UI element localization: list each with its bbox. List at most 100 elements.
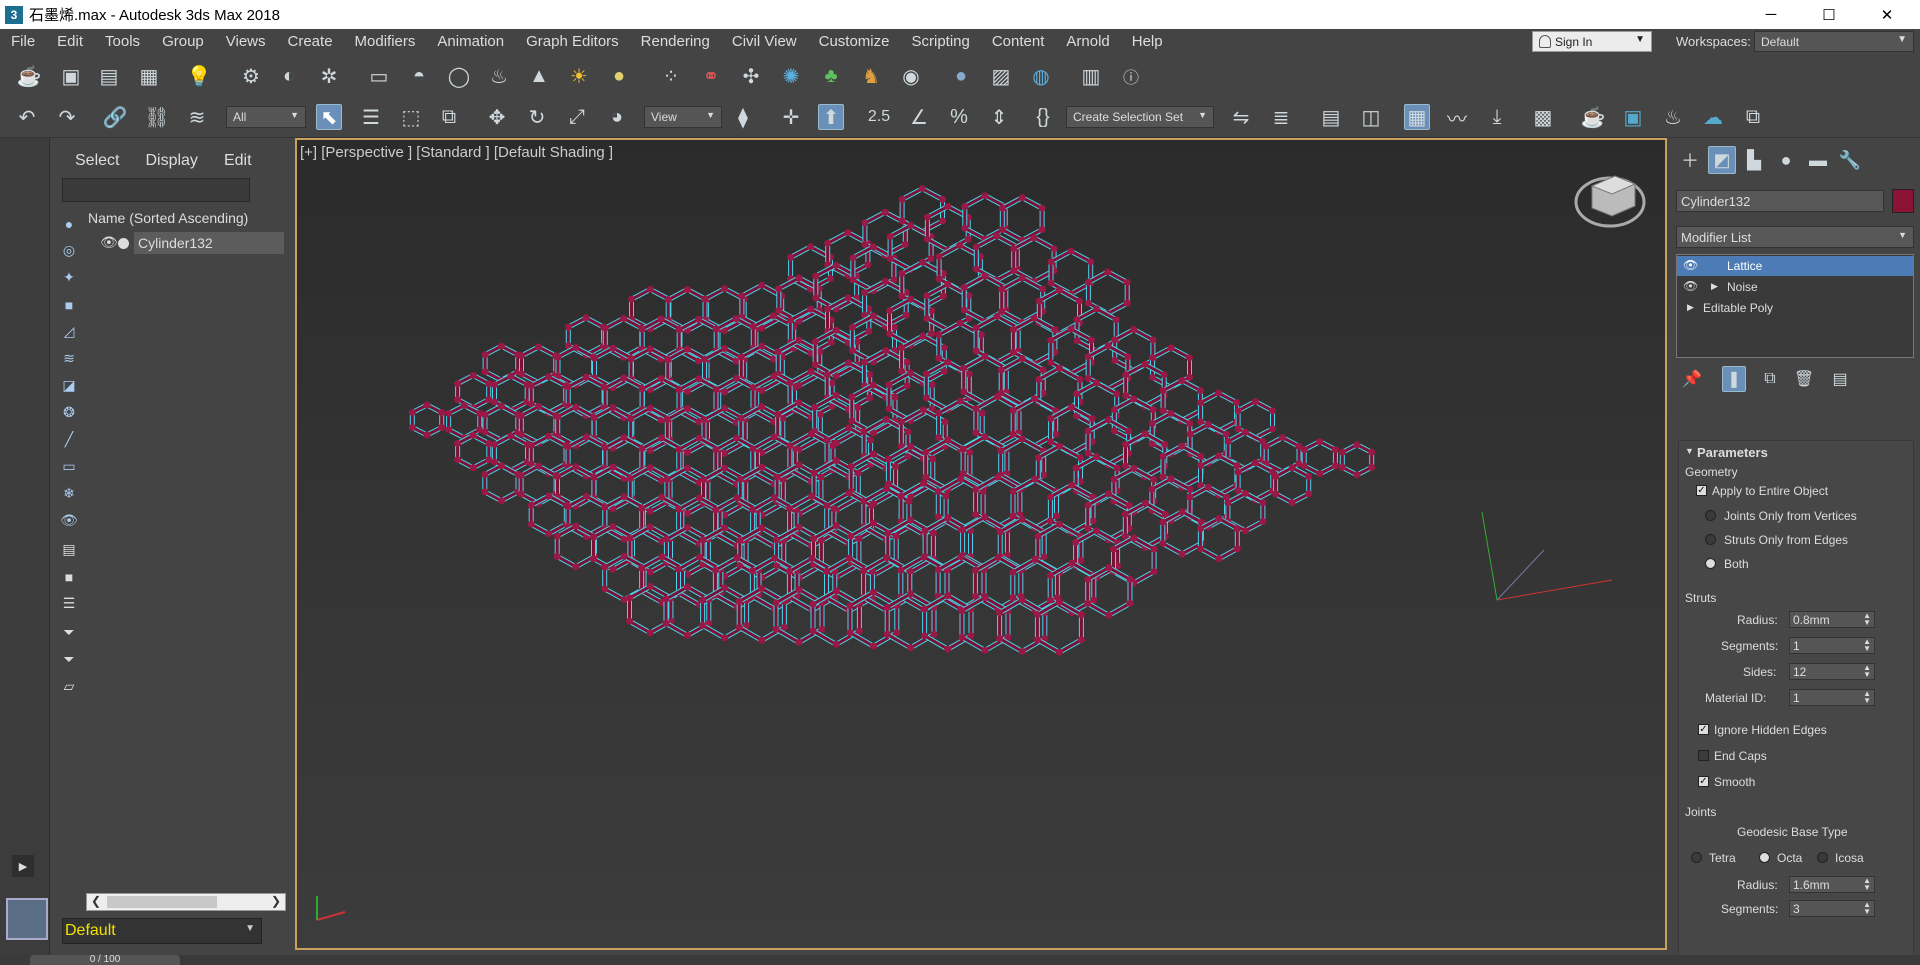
viewport-layout-thumbnail[interactable] — [6, 898, 48, 940]
render-setup-icon[interactable]: ▨ — [988, 63, 1014, 89]
joints-radius-spinner[interactable]: 1.6mm ▲ ▼ — [1789, 876, 1875, 893]
workspace-dropdown[interactable]: Default ▼ — [1754, 31, 1914, 52]
render-setup-teapot-icon[interactable]: ☕ — [1580, 104, 1606, 130]
name-column-header[interactable]: Name (Sorted Ascending) — [88, 210, 248, 226]
spinner-snap-icon[interactable]: ⇕ — [986, 104, 1012, 130]
spacewarps-filter-icon[interactable]: ≋ — [58, 347, 80, 370]
layers-icon[interactable]: ◫ — [1358, 104, 1384, 130]
hidden-filter-icon[interactable]: 👁 — [58, 509, 80, 532]
ignore-hidden-checkbox[interactable]: ✓ — [1698, 724, 1709, 735]
frozen-filter-icon[interactable]: ❄ — [58, 482, 80, 505]
window-crossing-icon[interactable]: ⧉ — [436, 104, 462, 130]
object-color-swatch[interactable] — [1892, 189, 1914, 213]
rect-selection-icon[interactable]: ⬚ — [398, 104, 424, 130]
select-by-name-icon[interactable]: ☰ — [358, 104, 384, 130]
close-button[interactable]: ✕ — [1858, 0, 1916, 29]
containers-filter-icon[interactable]: ▭ — [58, 455, 80, 478]
teapot-prim-icon[interactable]: ♨ — [486, 63, 512, 89]
both-radio[interactable] — [1705, 558, 1716, 569]
unlink-icon[interactable]: ⛓ — [144, 104, 170, 130]
struts-segments-spinner[interactable]: 1 ▲ ▼ — [1789, 637, 1875, 654]
shapes-filter-icon[interactable]: ◎ — [58, 239, 80, 262]
create-tab-icon[interactable]: ＋ — [1676, 146, 1704, 174]
viewcube[interactable] — [1574, 175, 1646, 228]
lights-icon[interactable]: 💡 — [186, 63, 212, 89]
bind-space-warp-icon[interactable]: ≋ — [184, 104, 210, 130]
spinner-arrows-icon[interactable]: ▲ ▼ — [1863, 612, 1871, 627]
sphere-icon[interactable]: ◯ — [446, 63, 472, 89]
graphene-lattice-mesh[interactable] — [297, 140, 1665, 948]
expand-triangle-icon[interactable]: ▶ — [1711, 281, 1718, 292]
expand-triangle-icon[interactable]: ▶ — [1687, 302, 1694, 313]
funnel-settings-icon[interactable]: ⏷ — [58, 621, 80, 644]
render-dot-icon[interactable] — [118, 238, 129, 249]
stack-item-editable-poly[interactable]: ▶ Editable Poly — [1677, 298, 1913, 318]
menu-scripting[interactable]: Scripting — [900, 33, 980, 50]
sign-in-dropdown[interactable]: Sign In ▼ — [1532, 31, 1652, 52]
select-manipulate-icon[interactable]: ✛ — [778, 104, 804, 130]
rendered-frame-icon[interactable]: ▣ — [1620, 104, 1646, 130]
shell-icon[interactable]: ◉ — [898, 63, 924, 89]
biped-icon[interactable]: ✲ — [316, 63, 342, 89]
minimize-button[interactable]: ─ — [1742, 0, 1800, 29]
struts-only-radio[interactable] — [1705, 534, 1716, 545]
menu-animation[interactable]: Animation — [426, 33, 515, 50]
helpers-filter-icon[interactable]: ◿ — [58, 320, 80, 343]
undo-icon[interactable]: ↶ — [14, 104, 40, 130]
geometry-filter-icon[interactable]: ● — [58, 212, 80, 235]
display-tab-icon[interactable]: ▬ — [1804, 146, 1832, 174]
menu-civil-view[interactable]: Civil View — [721, 33, 808, 50]
render-layout-icon[interactable]: ⧉ — [1740, 104, 1766, 130]
show-end-result-icon[interactable]: ❚ — [1722, 366, 1746, 392]
align-icon[interactable]: ≣ — [1268, 104, 1294, 130]
utilities-tab-icon[interactable]: 🔧 — [1836, 146, 1864, 174]
calculator-icon[interactable]: ▤ — [96, 63, 122, 89]
eye-icon[interactable]: 👁 — [1683, 279, 1698, 293]
menu-modifiers[interactable]: Modifiers — [344, 33, 427, 50]
cameras-filter-icon[interactable]: ■ — [58, 293, 80, 316]
pivot-icon[interactable]: ⧫ — [730, 104, 756, 130]
joints-segments-spinner[interactable]: 3 ▲ ▼ — [1789, 900, 1875, 917]
bones-filter-icon[interactable]: ╱ — [58, 428, 80, 451]
menu-help[interactable]: Help — [1121, 33, 1174, 50]
rotate-icon[interactable]: ↻ — [524, 104, 550, 130]
chevron-right-icon[interactable]: ❯ — [271, 894, 281, 908]
material-sphere-icon[interactable]: ● — [948, 63, 974, 89]
menu-arnold[interactable]: Arnold — [1055, 33, 1120, 50]
scale-icon[interactable]: ⤢ — [564, 104, 590, 130]
render-cloud-icon[interactable]: ☁ — [1700, 104, 1726, 130]
select-object-icon[interactable]: ⬉ — [316, 104, 342, 130]
redo-icon[interactable]: ↷ — [54, 104, 80, 130]
menu-tools[interactable]: Tools — [94, 33, 151, 50]
properties-icon[interactable]: ▤ — [58, 538, 80, 561]
molecule-icon[interactable]: ⚭ — [698, 63, 724, 89]
plant-icon[interactable]: ♣ — [818, 63, 844, 89]
menu-views[interactable]: Views — [215, 33, 277, 50]
tetra-radio[interactable] — [1691, 852, 1702, 863]
octa-radio[interactable] — [1759, 852, 1770, 863]
tab-select[interactable]: Select — [75, 152, 119, 170]
expand-button[interactable]: ▶ — [12, 855, 34, 877]
render-frame-icon[interactable]: ▣ — [58, 63, 84, 89]
struts-sides-spinner[interactable]: 12 ▲ ▼ — [1789, 663, 1875, 680]
horizontal-scrollbar[interactable]: ❮ ❯ — [86, 893, 286, 911]
apply-entire-checkbox[interactable]: ✓ — [1696, 485, 1707, 496]
struts-radius-spinner[interactable]: 0.8mm ▲ ▼ — [1789, 611, 1875, 628]
spinner-arrows-icon[interactable]: ▲ ▼ — [1863, 638, 1871, 653]
mirror-icon[interactable]: ⇋ — [1228, 104, 1254, 130]
place-icon[interactable]: ◕ — [604, 104, 630, 130]
teapot-icon[interactable]: ☕ — [16, 63, 42, 89]
struts-matid-spinner[interactable]: 1 ▲ ▼ — [1789, 689, 1875, 706]
display-children-icon[interactable]: ■ — [58, 565, 80, 588]
modify-tab-icon[interactable]: ◩ — [1708, 146, 1736, 174]
camera-ring-icon[interactable]: ◐ — [276, 63, 302, 89]
eye-icon[interactable]: 👁 — [100, 234, 118, 251]
spinner-arrows-icon[interactable]: ▲ ▼ — [1863, 877, 1871, 892]
percent-snap-icon[interactable]: % — [946, 104, 972, 130]
bind-icon[interactable]: ✣ — [738, 63, 764, 89]
light-sphere-icon[interactable]: ● — [606, 63, 632, 89]
layer-manager-icon[interactable]: ▤ — [1318, 104, 1344, 130]
menu-graph-editors[interactable]: Graph Editors — [515, 33, 630, 50]
selection-filter-dropdown[interactable]: All ▼ — [226, 106, 306, 128]
scroll-thumb[interactable] — [107, 896, 217, 908]
